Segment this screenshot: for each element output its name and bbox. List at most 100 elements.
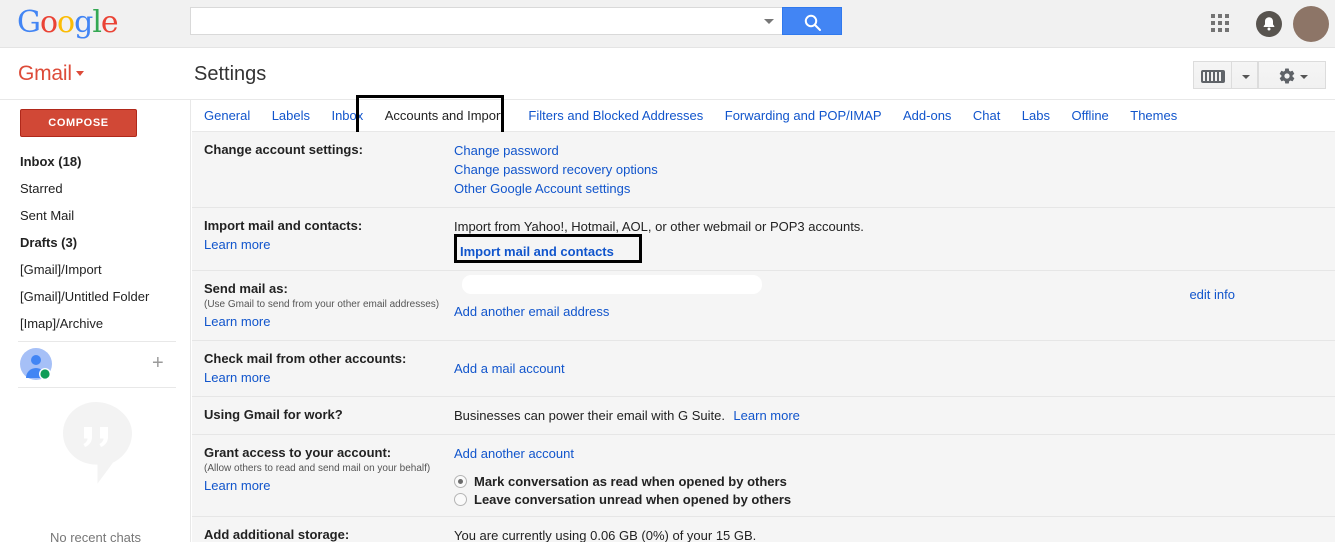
avatar[interactable] (1293, 6, 1329, 42)
chevron-down-icon (1242, 75, 1250, 79)
gmail-for-work-description: Businesses can power their email with G … (454, 408, 725, 423)
keyboard-shortcuts-button[interactable] (1193, 61, 1231, 89)
chat-divider (18, 387, 176, 388)
tab-labs[interactable]: Labs (1022, 100, 1050, 132)
google-logo[interactable]: Google (17, 4, 119, 42)
add-another-email-address-link[interactable]: Add another email address (454, 302, 609, 321)
tab-inbox[interactable]: Inbox (331, 100, 363, 132)
row-value: You are currently using 0.06 GB (0%) of … (454, 526, 1335, 542)
gmail-settings-screen: Google Gmail Settings COMPOSE Inbox (18)… (0, 0, 1335, 542)
tab-forwarding-and-pop-imap[interactable]: Forwarding and POP/IMAP (725, 100, 882, 132)
apps-dot (1225, 14, 1229, 18)
row-label: Add additional storage: (204, 526, 454, 542)
tab-chat[interactable]: Chat (973, 100, 1000, 132)
sidebar-item-sent-mail[interactable]: Sent Mail (0, 202, 191, 229)
contact-avatar-icon[interactable] (20, 348, 52, 380)
edit-info-link[interactable]: edit info (1189, 287, 1235, 302)
tab-add-ons[interactable]: Add-ons (903, 100, 951, 132)
apps-dot (1225, 21, 1229, 25)
row-value: Add another email address edit info (454, 275, 1335, 331)
search-options-chevron-down-icon[interactable] (764, 19, 774, 24)
check-mail-learn-more-link[interactable]: Learn more (204, 368, 270, 387)
value-line: Learn more (204, 368, 446, 387)
search-button[interactable] (782, 7, 842, 35)
value-line: Learn more (204, 312, 446, 331)
add-another-account-link[interactable]: Add another account (454, 444, 574, 463)
row-add-additional-storage: Add additional storage: You are currentl… (192, 517, 1335, 542)
value-line: Change password (454, 141, 1335, 160)
row-value: Import from Yahoo!, Hotmail, AOL, or oth… (454, 217, 1335, 263)
radio-mark-read-label: Mark conversation as read when opened by… (474, 474, 787, 489)
settings-rows: Change account settings: Change password… (192, 132, 1335, 542)
send-mail-as-learn-more-link[interactable]: Learn more (204, 312, 270, 331)
import-mail-and-contacts-button[interactable]: Import mail and contacts (460, 242, 614, 261)
import-mail-learn-more-link[interactable]: Learn more (204, 235, 270, 254)
gmail-brand[interactable]: Gmail (18, 62, 84, 86)
sidebar-item-inbox[interactable]: Inbox (18) (0, 148, 191, 175)
settings-tabs: General Labels Inbox Accounts and Import… (192, 95, 1335, 137)
other-google-account-settings-link[interactable]: Other Google Account settings (454, 179, 630, 198)
chevron-down-icon[interactable] (75, 71, 84, 76)
tab-accounts-and-import[interactable]: Accounts and Import (385, 100, 504, 132)
sidebar-item-gmail-untitled-folder[interactable]: [Gmail]/Untitled Folder (0, 283, 191, 310)
row-using-gmail-for-work: Using Gmail for work? Businesses can pow… (192, 397, 1335, 435)
notifications-button[interactable] (1256, 11, 1282, 37)
settings-main-panel: General Labels Inbox Accounts and Import… (192, 95, 1335, 542)
gmail-for-work-learn-more-link[interactable]: Learn more (733, 406, 799, 425)
row-import-mail-and-contacts: Import mail and contacts: Learn more Imp… (192, 208, 1335, 271)
change-password-recovery-options-link[interactable]: Change password recovery options (454, 160, 658, 179)
apps-dot (1218, 28, 1222, 32)
send-mail-as-title: Send mail as: (204, 281, 288, 296)
value-line: Change password recovery options (454, 160, 1335, 179)
logo-letter: e (100, 5, 119, 40)
top-bar: Google (0, 0, 1335, 48)
row-label: Using Gmail for work? (204, 406, 454, 425)
radio-option-leave-unread[interactable]: Leave conversation unread when opened by… (454, 492, 1335, 507)
radio-option-mark-read[interactable]: Mark conversation as read when opened by… (454, 474, 1335, 489)
logo-letter: l (92, 5, 102, 40)
no-recent-chats-label: No recent chats (49, 530, 142, 542)
change-password-link[interactable]: Change password (454, 141, 559, 160)
radio-leave-unread-label: Leave conversation unread when opened by… (474, 492, 792, 507)
row-check-mail-from-other-accounts: Check mail from other accounts: Learn mo… (192, 341, 1335, 397)
gmail-for-work-title: Using Gmail for work? (204, 407, 343, 422)
value-line: Learn more (204, 235, 446, 254)
row-label: Grant access to your account: (Allow oth… (204, 444, 454, 507)
chat-status-row: + (0, 344, 191, 386)
search-box[interactable] (190, 7, 782, 35)
tab-general[interactable]: General (204, 100, 250, 132)
gmail-brand-label: Gmail (18, 62, 72, 85)
logo-letter: o (39, 5, 58, 40)
row-label: Change account settings: (204, 141, 454, 198)
search-input[interactable] (197, 8, 757, 34)
apps-dot (1211, 28, 1215, 32)
sidebar-item-imap-archive[interactable]: [Imap]/Archive (0, 310, 191, 337)
row-grant-access-to-your-account: Grant access to your account: (Allow oth… (192, 435, 1335, 517)
settings-gear-button[interactable] (1258, 61, 1326, 89)
page-title: Settings (194, 63, 267, 85)
row-value: Change password Change password recovery… (454, 141, 1335, 198)
send-mail-as-note: (Use Gmail to send from your other email… (204, 299, 440, 310)
logo-letter: g (74, 5, 93, 40)
apps-grid-icon[interactable] (1211, 14, 1231, 34)
redacted-email-address (462, 275, 762, 294)
plus-icon[interactable]: + (152, 353, 164, 373)
import-mail-title: Import mail and contacts: (204, 218, 363, 233)
tab-themes[interactable]: Themes (1130, 100, 1177, 132)
sidebar-item-drafts[interactable]: Drafts (3) (0, 229, 191, 256)
sidebar-item-gmail-import[interactable]: [Gmail]/Import (0, 256, 191, 283)
add-a-mail-account-link[interactable]: Add a mail account (454, 359, 565, 378)
keyboard-dropdown-button[interactable] (1231, 61, 1258, 89)
compose-button[interactable]: COMPOSE (20, 109, 137, 137)
tab-labels[interactable]: Labels (272, 100, 310, 132)
sidebar-nav-list: Inbox (18) Starred Sent Mail Drafts (3) … (0, 148, 191, 337)
radio-mark-read-input[interactable] (454, 475, 467, 488)
sidebar-item-starred[interactable]: Starred (0, 175, 191, 202)
tab-offline[interactable]: Offline (1071, 100, 1108, 132)
grant-access-learn-more-link[interactable]: Learn more (204, 476, 270, 495)
row-value: Businesses can power their email with G … (454, 406, 1335, 425)
radio-leave-unread-input[interactable] (454, 493, 467, 506)
row-send-mail-as: Send mail as: (Use Gmail to send from yo… (192, 271, 1335, 341)
logo-letter: o (57, 5, 75, 40)
tab-filters-and-blocked-addresses[interactable]: Filters and Blocked Addresses (528, 100, 703, 132)
